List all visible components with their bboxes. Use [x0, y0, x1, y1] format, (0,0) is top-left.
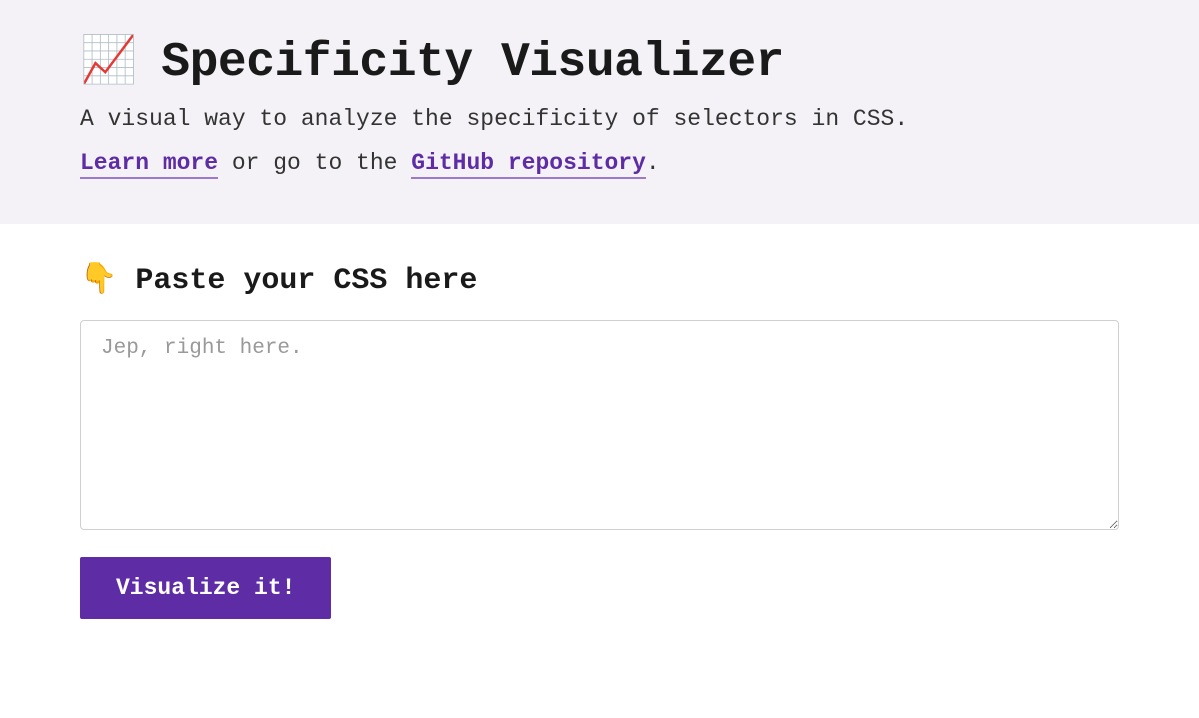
section-heading: Paste your CSS here	[135, 264, 477, 298]
links-row: Learn more or go to the GitHub repositor…	[80, 150, 1119, 176]
chart-icon: 📈	[80, 40, 137, 86]
links-text-end: .	[646, 150, 660, 176]
page-title: Specificity Visualizer	[161, 36, 784, 90]
page-header: 📈 Specificity Visualizer A visual way to…	[0, 0, 1199, 224]
section-heading-row: 👇 Paste your CSS here	[80, 264, 1119, 298]
title-row: 📈 Specificity Visualizer	[80, 36, 1119, 90]
page-subtitle: A visual way to analyze the specificity …	[80, 106, 1119, 132]
github-link[interactable]: GitHub repository	[411, 150, 646, 179]
learn-more-link[interactable]: Learn more	[80, 150, 218, 179]
main-content: 👇 Paste your CSS here Visualize it!	[0, 224, 1199, 659]
visualize-button[interactable]: Visualize it!	[80, 557, 331, 619]
links-text-middle: or go to the	[218, 150, 411, 176]
point-down-icon: 👇	[80, 266, 117, 296]
css-input[interactable]	[80, 320, 1119, 530]
